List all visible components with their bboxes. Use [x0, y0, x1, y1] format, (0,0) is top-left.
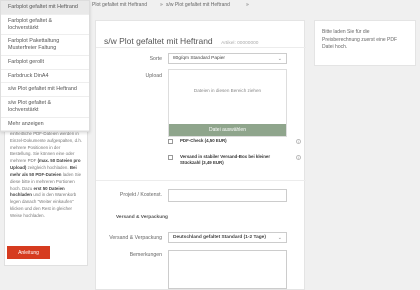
sorte-selected-value: 80g/qm Standard Papier	[173, 56, 225, 61]
menu-item-farbplot-heftrand[interactable]: Farbplot gefaltet mit Heftrand	[1, 1, 89, 15]
upload-hints-box: einheitliche PDF-Dateien werden in Einze…	[4, 126, 88, 266]
drop-zone-text: Dateien in diesen Bereich ziehen	[193, 88, 262, 93]
sorte-label: Sorte	[149, 56, 162, 62]
menu-item-sw-plot-heftrand[interactable]: s/w Plot gefaltet mit Heftrand	[1, 83, 89, 97]
price-info-box: Bitte laden Sie für die Preisberechnung …	[314, 20, 416, 66]
article-number: Artikel: 00000000	[221, 41, 259, 46]
project-input[interactable]	[168, 189, 287, 202]
price-info-text: Bitte laden Sie für die Preisberechnung …	[322, 29, 398, 50]
upload-hints-text: einheitliche PDF-Dateien werden in Einze…	[10, 131, 83, 218]
menu-item-farbplot-gerollt[interactable]: Farbplot gerollt	[1, 56, 89, 70]
project-label: Projekt / Kostenst.	[119, 192, 162, 198]
sorte-select[interactable]: 80g/qm Standard Papier ⌄	[168, 53, 287, 64]
shipping-select[interactable]: Deutschland gefaltet Standard (1-2 Tage)…	[168, 232, 287, 243]
remarks-textarea[interactable]	[168, 250, 287, 289]
chevron-down-icon: ⌄	[277, 55, 282, 62]
menu-item-farbplot-pakettaltung[interactable]: Farbplot Pakettaltung Musterfreier Faltu…	[1, 35, 89, 56]
product-title: s/w Plot gefaltet mit Heftrand	[104, 36, 213, 46]
choose-file-button[interactable]: Datei auswählen	[169, 124, 286, 136]
upload-label: Upload	[145, 73, 162, 79]
category-dropdown-menu: Farbplot gefaltet mit Heftrand Farbplot …	[0, 0, 90, 133]
breadcrumb-separator: »	[246, 2, 249, 8]
pdf-check-label: PDF-Check (4,50 EUR)	[180, 138, 227, 143]
pdf-check-checkbox[interactable]	[168, 139, 173, 144]
menu-item-farbplot-lochverstaerkt[interactable]: Farbplot gefaltet & lochverstärkt	[1, 15, 89, 36]
menu-item-more[interactable]: Mehr anzeigen	[1, 118, 89, 132]
menu-item-sw-plot-lochverstaerkt[interactable]: s/w Plot gefaltet & lochverstärkt	[1, 97, 89, 118]
info-icon[interactable]: i	[296, 155, 301, 160]
shipping-section-heading: Versand & Verpackung	[116, 215, 168, 220]
breadcrumb-item-plot[interactable]: Plot gefaltet mit Heftrand	[92, 2, 147, 8]
remarks-label: Bemerkungen	[129, 252, 162, 258]
breadcrumb-item-current[interactable]: s/w Plot gefaltet mit Heftrand	[166, 2, 230, 8]
shipping-box-label: Versand in stabiler Versand-Box bei klei…	[180, 154, 271, 166]
info-icon[interactable]: i	[296, 139, 301, 144]
breadcrumb-separator: »	[160, 2, 163, 8]
divider	[96, 47, 306, 48]
shipping-box-checkbox[interactable]	[168, 155, 173, 160]
menu-item-farbdruck-dina4[interactable]: Farbdruck DinA4	[1, 70, 89, 84]
product-config-card: s/w Plot gefaltet mit Heftrand Artikel: …	[95, 20, 306, 290]
shipping-label: Versand & Verpackung	[109, 235, 162, 241]
chevron-down-icon: ⌄	[277, 234, 282, 241]
instruction-button[interactable]: Anleitung	[7, 246, 50, 259]
file-drop-zone[interactable]: Dateien in diesen Bereich ziehen Datei a…	[168, 69, 287, 137]
divider	[96, 180, 306, 181]
shipping-selected-value: Deutschland gefaltet Standard (1-2 Tage)	[173, 235, 266, 240]
